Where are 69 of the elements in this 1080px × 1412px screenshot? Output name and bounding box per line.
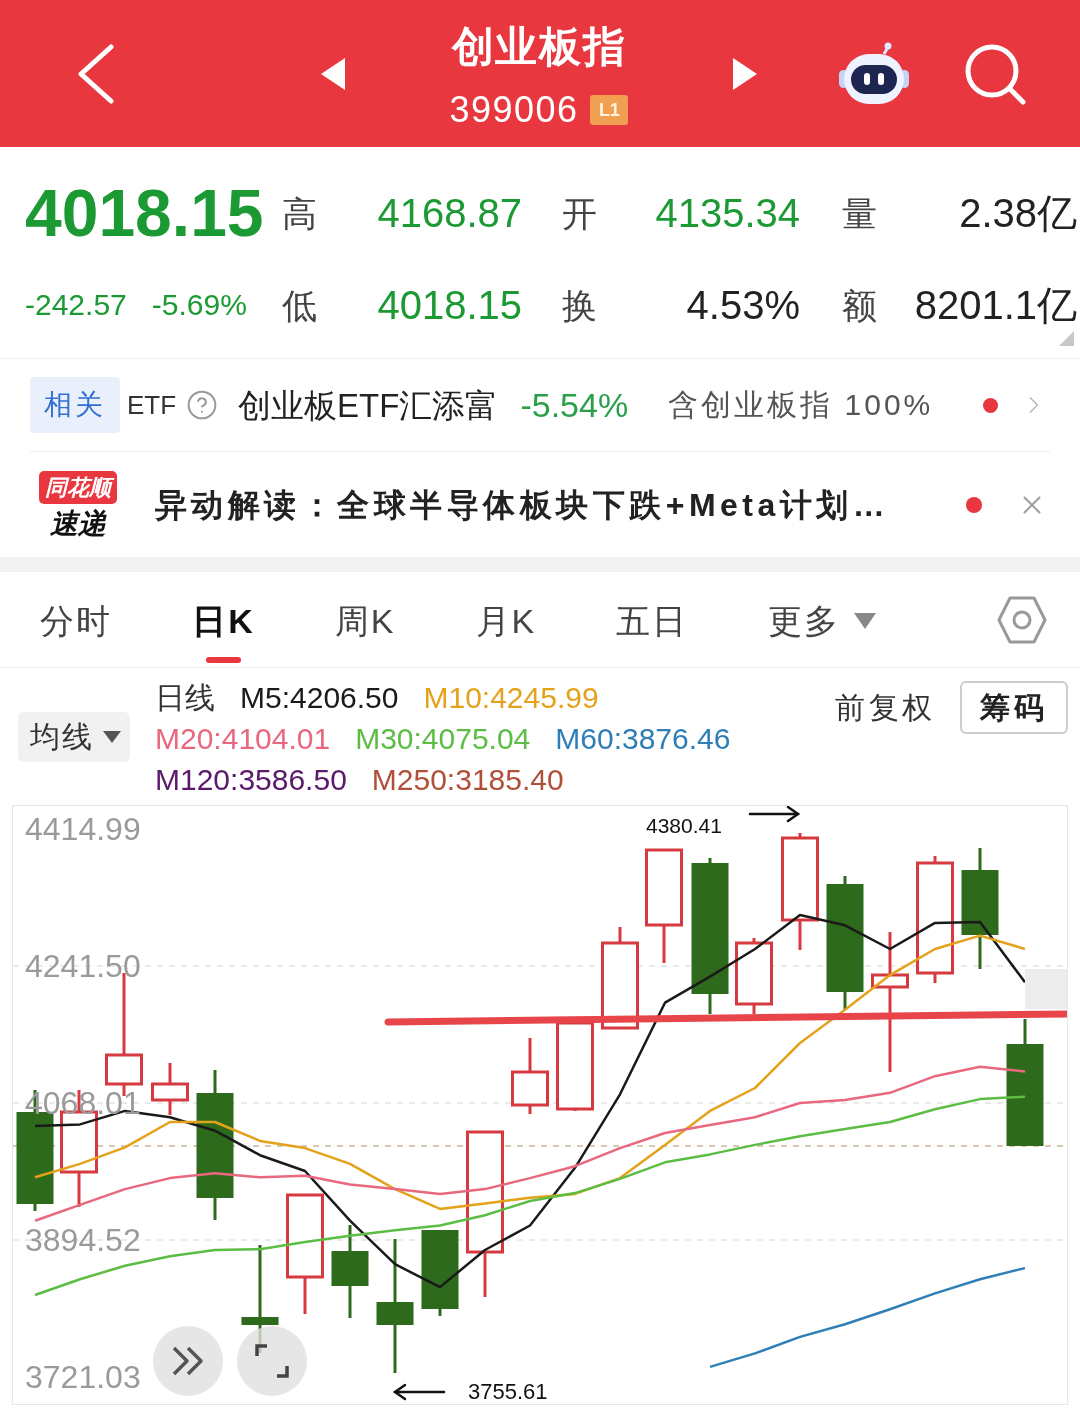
period-label: 日线: [155, 682, 215, 713]
fund-name[interactable]: 创业板ETF汇添富: [238, 388, 499, 422]
settings-button[interactable]: [997, 596, 1047, 644]
related-tag: 相关: [30, 377, 120, 433]
settings-icon: [997, 596, 1047, 644]
etf-label: ETF: [127, 392, 177, 418]
caret-down-icon: [854, 613, 877, 629]
search-button[interactable]: [964, 42, 1026, 105]
candlestick: [151, 1063, 189, 1115]
axis-label: 4241.50: [25, 947, 141, 984]
left-arrow: [392, 1383, 446, 1401]
moving-average-label: M30:4075.04: [355, 723, 531, 754]
axis-label: 4414.99: [25, 810, 141, 847]
triangle-right-icon: [733, 57, 757, 90]
stat-value: 2.38亿: [959, 193, 1077, 233]
period-tab[interactable]: 五日: [616, 600, 689, 663]
help-icon[interactable]: [186, 389, 219, 421]
moving-average-label: M20:4104.01: [155, 723, 331, 754]
logo-tag: 同花顺: [39, 471, 117, 504]
moving-average-label: M60:3876.46: [555, 723, 731, 754]
fund-change: -5.54%: [520, 388, 629, 422]
double-chevron-icon: [171, 1346, 205, 1376]
search-icon: [964, 42, 1026, 105]
moving-average-label: M120:3586.50: [155, 764, 347, 795]
low-price-label: 3755.61: [468, 1380, 548, 1404]
index-code: 399006: [449, 92, 579, 128]
stat-label: 开: [562, 195, 597, 231]
right-arrow: [748, 806, 801, 823]
stat-value: 8201.1亿: [914, 285, 1077, 325]
chevron-left-icon: [75, 43, 115, 104]
chips-button[interactable]: 筹码: [960, 681, 1068, 734]
stat-value: 4018.15: [377, 285, 522, 325]
moving-average-label: M250:3185.40: [371, 764, 564, 795]
moving-average-label: M5:4206.50: [240, 682, 399, 713]
period-tab[interactable]: 更多: [768, 600, 877, 663]
price-change-percent: -5.69%: [151, 290, 247, 320]
stat-label: 低: [282, 287, 317, 323]
level-badge: L1: [590, 95, 629, 125]
period-tab[interactable]: 周K: [334, 600, 396, 663]
robot-icon: [838, 41, 910, 106]
period-tab[interactable]: 日K: [192, 600, 255, 663]
stat-value: 4168.87: [377, 193, 522, 233]
period-tab[interactable]: 月K: [475, 600, 537, 663]
axis-label: 3894.52: [25, 1222, 141, 1259]
period-tab[interactable]: 分时: [40, 600, 113, 663]
moving-average-label: M10:4245.99: [423, 682, 599, 713]
stat-label: 高: [282, 195, 317, 231]
adjustment-label[interactable]: 前复权: [835, 693, 936, 723]
high-price-label: 4380.41: [646, 814, 722, 838]
logo-text: 速递: [50, 510, 106, 538]
stat-value: 4135.34: [655, 193, 800, 233]
index-title: 创业板指: [451, 24, 627, 70]
previous-button[interactable]: [320, 56, 346, 91]
holding-text: 含创业板指 100%: [668, 390, 934, 420]
indicator-dropdown[interactable]: 均线: [18, 711, 130, 762]
triangle-left-icon: [321, 57, 345, 90]
corner-triangle-icon: [1059, 331, 1074, 346]
news-headline[interactable]: 异动解读：全球半导体板块下跌+Meta计划…: [155, 488, 890, 521]
axis-label: 3721.03: [25, 1359, 141, 1396]
stat-label: 换: [562, 287, 597, 323]
caret-down-icon: [103, 730, 121, 743]
next-button[interactable]: [732, 56, 758, 91]
stat-label: 量: [842, 195, 877, 231]
fullscreen-icon: [255, 1344, 289, 1378]
stat-value: 4.53%: [686, 285, 800, 325]
price-change: -242.57: [25, 290, 127, 320]
stat-label: 额: [842, 287, 877, 323]
assistant-button[interactable]: [838, 41, 910, 106]
last-price: 4018.15: [25, 180, 264, 246]
